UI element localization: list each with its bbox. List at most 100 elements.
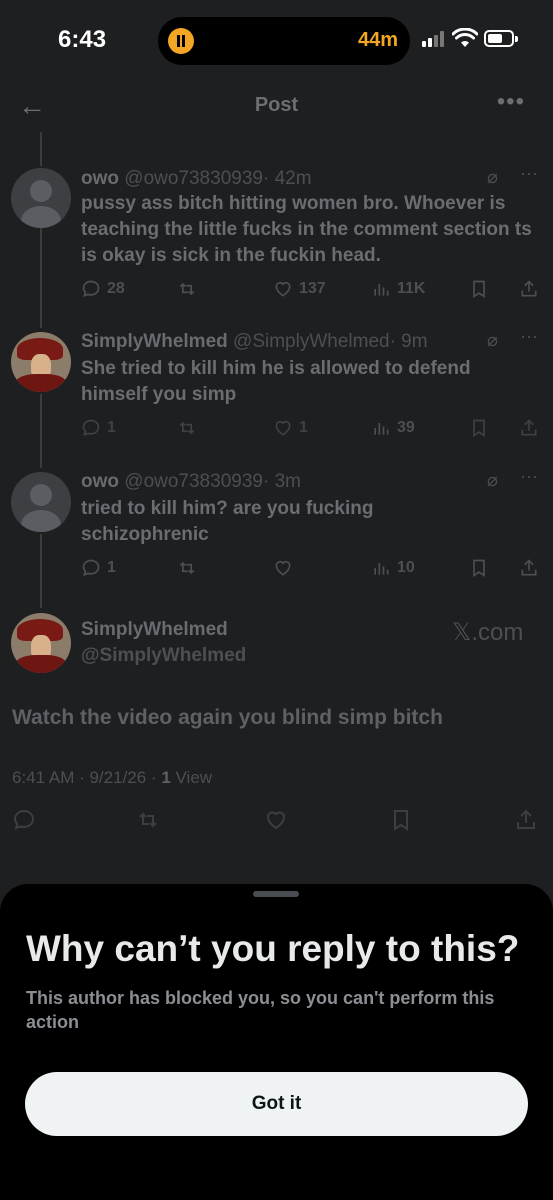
share-button[interactable] xyxy=(519,279,539,299)
page-title: Post xyxy=(254,94,299,116)
avatar[interactable] xyxy=(11,472,71,532)
repost-button[interactable] xyxy=(177,279,197,299)
views-button[interactable]: 39 xyxy=(371,418,415,438)
post-actions xyxy=(12,808,542,836)
more-icon[interactable]: ··· xyxy=(520,466,538,487)
like-button[interactable] xyxy=(273,558,293,578)
display-name[interactable]: SimplyWhelmed xyxy=(81,619,228,641)
source-watermark: 𝕏.com xyxy=(452,619,524,646)
pause-icon xyxy=(168,28,194,54)
bookmark-icon xyxy=(473,559,485,578)
thread-line xyxy=(40,132,42,166)
like-button[interactable]: 137 xyxy=(273,279,326,299)
tweet-text: pussy ass bitch hitting women bro. Whoev… xyxy=(81,193,532,266)
reply-button[interactable]: 1 xyxy=(81,558,116,578)
reply-count: 1 xyxy=(107,559,116,576)
avatar[interactable] xyxy=(11,613,71,673)
views-icon xyxy=(374,284,389,296)
more-icon[interactable]: ··· xyxy=(520,163,538,184)
sheet-grabber[interactable] xyxy=(253,891,299,897)
tweet-actions: 28 137 11K xyxy=(81,279,541,305)
more-options-icon[interactable]: ••• xyxy=(497,88,525,116)
views-icon xyxy=(374,563,389,575)
post-time: · 42m xyxy=(262,168,312,189)
views-label: View xyxy=(170,768,213,787)
repost-icon xyxy=(179,421,195,435)
reply-icon xyxy=(82,419,100,436)
reply-button[interactable]: 1 xyxy=(81,418,116,438)
tweet-text: She tried to kill him he is allowed to d… xyxy=(81,358,471,405)
heart-icon xyxy=(275,560,291,576)
post-meta: 6:41 AM · 9/21/26 · 1 View xyxy=(12,768,212,788)
post-timestamp: 6:41 AM · 9/21/26 · xyxy=(12,768,162,787)
heart-icon xyxy=(275,420,291,436)
repost-icon[interactable] xyxy=(136,808,160,832)
user-handle[interactable]: @owo73830939 xyxy=(124,168,263,189)
bookmark-button[interactable] xyxy=(469,558,489,578)
share-icon[interactable] xyxy=(514,808,538,832)
views-count: 10 xyxy=(397,559,415,576)
display-name[interactable]: SimplyWhelmed xyxy=(81,331,228,352)
reply-icon xyxy=(82,280,100,297)
user-handle[interactable]: @owo73830939 xyxy=(124,471,263,492)
display-name[interactable]: owo xyxy=(81,168,119,189)
thread-line xyxy=(40,394,42,468)
views-button[interactable]: 10 xyxy=(371,558,415,578)
reply-count: 28 xyxy=(107,280,125,297)
more-icon[interactable]: ··· xyxy=(520,326,538,347)
like-button[interactable]: 1 xyxy=(273,418,308,438)
wifi-icon xyxy=(452,28,478,47)
reply-button[interactable]: 28 xyxy=(81,279,125,299)
reply-icon[interactable] xyxy=(12,808,36,832)
bookmark-icon xyxy=(473,419,485,438)
user-handle[interactable]: @SimplyWhelmed xyxy=(81,645,246,667)
dynamic-island[interactable]: 44m xyxy=(158,17,410,65)
like-count: 137 xyxy=(299,280,326,297)
bookmark-icon xyxy=(473,280,485,299)
heart-icon[interactable] xyxy=(264,808,288,832)
sheet-description: This author has blocked you, so you can'… xyxy=(26,988,495,1032)
grok-icon[interactable]: ⌀ xyxy=(487,470,498,491)
post-time: · 9m xyxy=(389,331,428,352)
thread-line xyxy=(40,534,42,608)
share-icon xyxy=(521,559,537,576)
share-button[interactable] xyxy=(519,558,539,578)
views-count: 39 xyxy=(397,419,415,436)
status-time: 6:43 xyxy=(58,26,107,53)
share-icon xyxy=(521,280,537,297)
signal-icon xyxy=(422,31,444,47)
views-icon xyxy=(374,423,389,435)
bookmark-icon[interactable] xyxy=(389,808,413,832)
reply-icon xyxy=(82,559,100,576)
activity-minutes: 44m xyxy=(357,29,398,51)
tweet-actions: 1 10 xyxy=(81,558,541,584)
share-button[interactable] xyxy=(519,418,539,438)
repost-button[interactable] xyxy=(177,558,197,578)
grok-icon[interactable]: ⌀ xyxy=(487,330,498,351)
views-count: 11K xyxy=(397,280,426,297)
thread-line xyxy=(40,228,42,328)
repost-button[interactable] xyxy=(177,418,197,438)
battery-nub xyxy=(515,36,518,42)
avatar[interactable] xyxy=(11,332,71,392)
bookmark-button[interactable] xyxy=(469,418,489,438)
repost-icon xyxy=(179,282,195,296)
views-button[interactable]: 11K xyxy=(371,279,425,299)
tweet-actions: 1 1 39 xyxy=(81,418,541,444)
share-icon xyxy=(521,419,537,436)
bookmark-button[interactable] xyxy=(469,279,489,299)
sheet-title: Why can’t you reply to this? xyxy=(26,928,520,969)
status-bar: 6:43 44m xyxy=(0,0,553,80)
tweet-text: tried to kill him? are you fucking schiz… xyxy=(81,498,374,545)
post-header: ← Post ••• xyxy=(0,80,553,132)
grok-icon[interactable]: ⌀ xyxy=(487,167,498,188)
heart-icon xyxy=(275,281,291,297)
reply-count: 1 xyxy=(107,419,116,436)
got-it-button[interactable]: Got it xyxy=(25,1072,528,1136)
post-time: · 3m xyxy=(262,471,301,492)
avatar[interactable] xyxy=(11,168,71,228)
post-text: Watch the video again you blind simp bit… xyxy=(12,706,443,729)
display-name[interactable]: owo xyxy=(81,471,119,492)
user-handle[interactable]: @SimplyWhelmed xyxy=(233,331,390,352)
views-count: 1 xyxy=(161,768,171,787)
